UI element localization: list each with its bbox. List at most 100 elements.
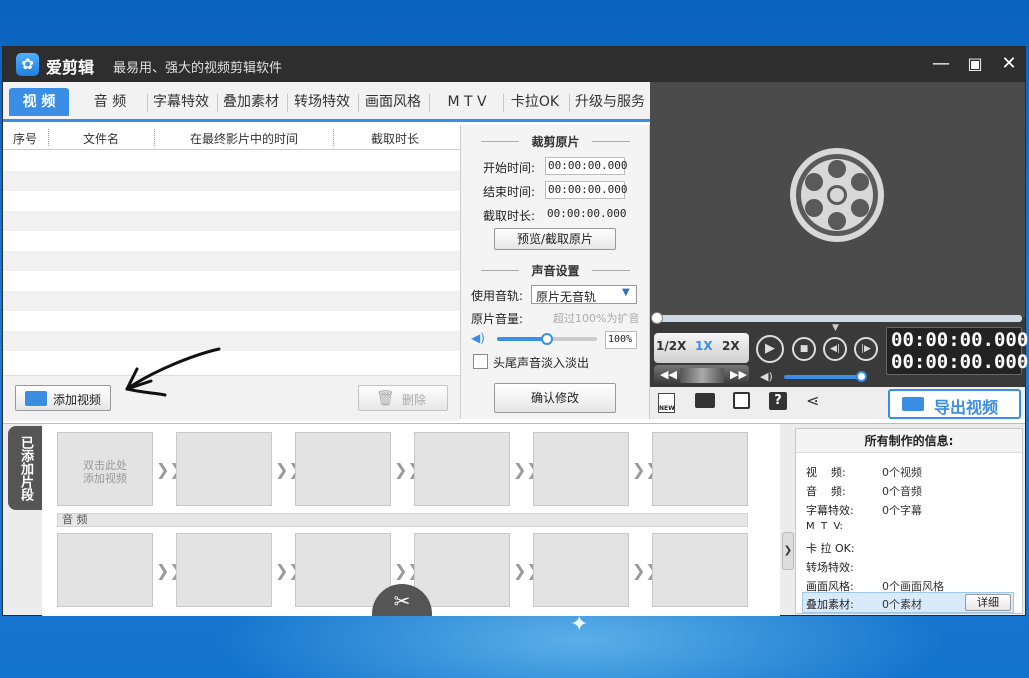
tab-video[interactable]: 视 频: [9, 88, 69, 116]
volume-slider-fill: [497, 337, 547, 341]
fade-label: 头尾声音淡入淡出: [493, 356, 590, 370]
next-frame-button[interactable]: |▶: [854, 337, 878, 361]
player-volume-slider[interactable]: [784, 371, 867, 382]
video-slot[interactable]: [176, 432, 272, 506]
desktop-logo-icon: ✦: [570, 612, 589, 637]
col-index[interactable]: 序号: [13, 130, 37, 147]
play-button[interactable]: ▶: [756, 335, 784, 363]
jog-wheel[interactable]: [680, 368, 724, 383]
end-time-field[interactable]: 00:00:00.000: [545, 181, 627, 199]
fast-forward-icon[interactable]: ▶▶: [730, 368, 747, 381]
tab-subtitle-effects[interactable]: 字幕特效: [149, 88, 213, 116]
delete-label: 删除: [402, 393, 427, 407]
expand-panel-icon[interactable]: ❯: [782, 532, 794, 570]
detail-button[interactable]: 详细: [965, 594, 1011, 611]
audio-slot[interactable]: [57, 533, 153, 607]
open-folder-icon[interactable]: [695, 393, 715, 408]
volume-slider[interactable]: [497, 333, 597, 345]
preview-clip-button[interactable]: 预览/截取原片: [494, 228, 616, 250]
info-key: 字幕特效:: [806, 504, 854, 517]
title-bar: ✿ 爱剪辑 最易用、强大的视频剪辑软件 — ▣ ✕: [3, 47, 1025, 82]
export-button[interactable]: 导出视频: [888, 389, 1021, 419]
video-slot[interactable]: [533, 432, 629, 506]
col-filename[interactable]: 文件名: [83, 130, 119, 147]
hand-drawn-arrow-icon: [125, 347, 221, 397]
volume-icon: ◀): [760, 370, 773, 383]
timeline-area: 已添加片段 双击此处 添加视频 ❯❯ ❯❯ ❯❯ ❯❯ ❯❯ 音 频 ❯❯ ❯❯…: [3, 423, 1025, 616]
table-row[interactable]: [3, 231, 460, 251]
tab-overlay[interactable]: 叠加素材: [219, 88, 283, 116]
chevron-down-icon: ▼: [622, 287, 630, 298]
video-slot[interactable]: [652, 432, 748, 506]
video-slot-add[interactable]: 双击此处 添加视频: [57, 432, 153, 506]
tab-mtv[interactable]: M T V: [435, 88, 499, 116]
table-row[interactable]: [3, 171, 460, 191]
prev-frame-button[interactable]: ◀|: [823, 337, 847, 361]
video-slot[interactable]: [295, 432, 391, 506]
tab-upgrade[interactable]: 升级与服务: [572, 88, 648, 116]
table-row[interactable]: [3, 251, 460, 271]
table-row[interactable]: [3, 271, 460, 291]
table-row[interactable]: [3, 211, 460, 231]
speed-half[interactable]: 1/2X: [656, 339, 686, 353]
player-volume-thumb[interactable]: [856, 371, 867, 382]
time-display: 00:00:00.000 00:00:00.000: [886, 327, 1028, 375]
volume-value-field[interactable]: 100%: [605, 331, 637, 349]
table-row[interactable]: [3, 311, 460, 331]
main-tabs: 视 频 音 频 字幕特效 叠加素材 转场特效 画面风格 M T V 卡拉OK 升…: [3, 82, 650, 122]
speaker-icon: ◀): [471, 331, 485, 345]
video-slot[interactable]: [414, 432, 510, 506]
table-row[interactable]: [3, 291, 460, 311]
duration-value: 00:00:00.000: [547, 207, 627, 220]
speed-normal[interactable]: 1X: [695, 339, 713, 353]
new-project-icon[interactable]: NEW: [658, 393, 675, 413]
time-total: 00:00:00.000: [891, 351, 1029, 373]
tab-karaoke[interactable]: 卡拉OK: [506, 88, 564, 116]
app-window: ✿ 爱剪辑 最易用、强大的视频剪辑软件 — ▣ ✕ 视 频 音 频 字幕特效 叠…: [2, 46, 1028, 616]
col-time-in-movie[interactable]: 在最终影片中的时间: [190, 130, 298, 147]
preview-screen[interactable]: [650, 82, 1025, 317]
divider: [592, 270, 630, 271]
speed-selector: 1/2X 1X 2X: [654, 333, 749, 363]
confirm-button[interactable]: 确认修改: [494, 383, 616, 413]
speed-double[interactable]: 2X: [722, 339, 740, 353]
table-row[interactable]: [3, 151, 460, 171]
tab-audio[interactable]: 音 频: [81, 88, 139, 116]
audio-slot[interactable]: [652, 533, 748, 607]
col-duration[interactable]: 截取时长: [371, 130, 419, 147]
table-row[interactable]: [3, 191, 460, 211]
added-clips-tab[interactable]: 已添加片段: [8, 426, 42, 510]
info-row-selected[interactable]: 叠加素材: 0个素材 详细: [802, 592, 1014, 613]
audio-slot[interactable]: [414, 533, 510, 607]
track-select[interactable]: 原片无音轨 ▼: [531, 285, 637, 304]
share-icon[interactable]: ⋖: [806, 391, 819, 410]
table-row[interactable]: [3, 331, 460, 351]
tab-style[interactable]: 画面风格: [361, 88, 425, 116]
stop-button[interactable]: ■: [792, 337, 816, 361]
audio-slot[interactable]: [176, 533, 272, 607]
help-icon[interactable]: ?: [769, 392, 787, 410]
rewind-icon[interactable]: ◀◀: [660, 368, 677, 381]
film-reel-icon: [790, 148, 884, 242]
progress-thumb[interactable]: [651, 312, 663, 324]
progress-bar[interactable]: [651, 312, 1022, 324]
fade-checkbox[interactable]: [473, 354, 488, 369]
collapse-chevron-icon[interactable]: ▼: [832, 323, 839, 333]
start-time-field[interactable]: 00:00:00.000: [545, 157, 627, 175]
track-select-value: 原片无音轨: [536, 290, 597, 304]
audio-slot[interactable]: [533, 533, 629, 607]
save-icon[interactable]: [733, 392, 750, 409]
end-time-label: 结束时间:: [483, 185, 536, 199]
minimize-button[interactable]: —: [928, 52, 954, 76]
add-video-button[interactable]: 添加视频: [15, 385, 111, 411]
jog-shuttle[interactable]: ◀◀ ▶▶: [654, 365, 749, 386]
tab-divider: [287, 94, 288, 112]
table-row[interactable]: [3, 351, 460, 375]
player-controls: ▼ 1/2X 1X 2X ◀◀ ▶▶ ▶ ■ ◀| |▶ ◀) 00:00:00…: [650, 312, 1028, 419]
close-button[interactable]: ✕: [996, 52, 1022, 76]
export-label: 导出视频: [934, 398, 999, 417]
delete-button[interactable]: 🗑 删除: [358, 385, 448, 411]
volume-slider-thumb[interactable]: [541, 333, 553, 345]
maximize-button[interactable]: ▣: [962, 52, 988, 76]
tab-transition[interactable]: 转场特效: [290, 88, 354, 116]
